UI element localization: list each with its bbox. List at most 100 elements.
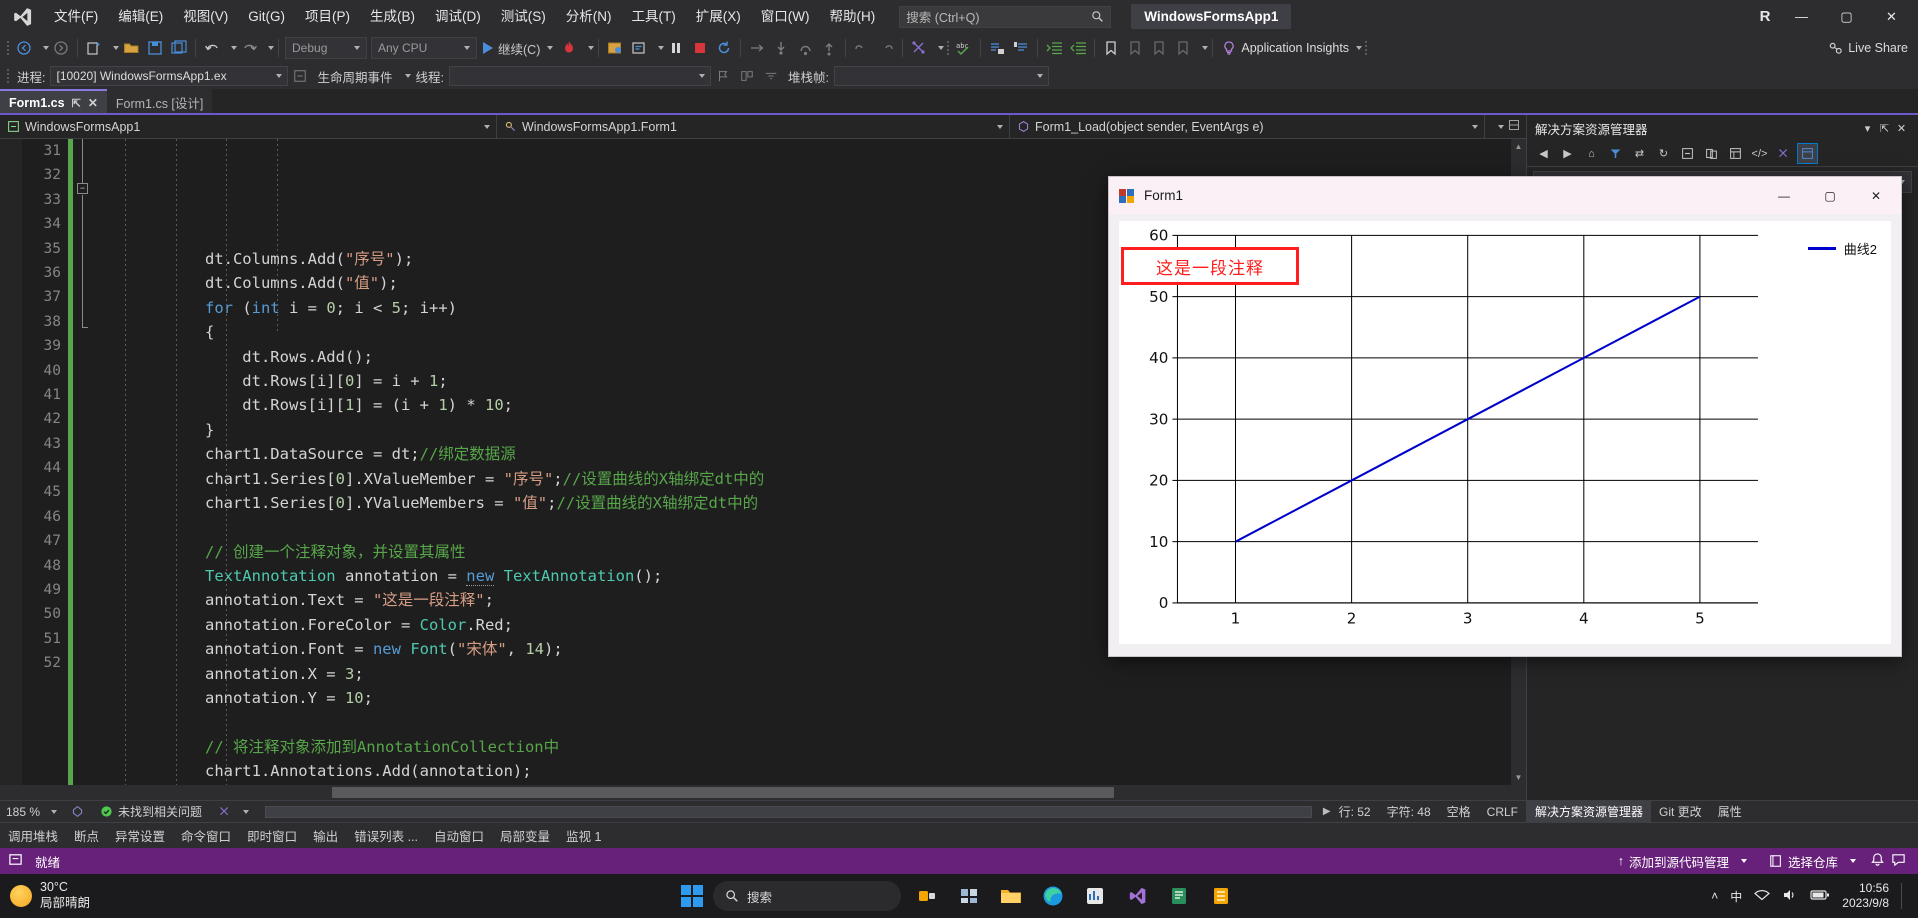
home-icon[interactable]: ⌂ (1581, 143, 1602, 164)
decrease-indent-icon[interactable] (1066, 36, 1090, 60)
navbar-member-select[interactable]: Form1_Load(object sender, EventArgs e) (1010, 114, 1485, 139)
tab-git-changes[interactable]: Git 更改 (1651, 801, 1710, 823)
no-issues-status[interactable]: 未找到相关问题 (92, 803, 210, 820)
navigate-backward-icon[interactable] (12, 36, 36, 60)
weather-widget[interactable]: 30°C 局部晴朗 (0, 880, 90, 911)
line-ending-indicator[interactable]: CRLF (1479, 805, 1526, 819)
back-icon[interactable]: ◀ (1533, 143, 1554, 164)
zoom-level-select[interactable]: 185 % (0, 805, 63, 819)
restart-icon[interactable] (712, 36, 736, 60)
indicator-margin[interactable] (0, 139, 22, 785)
debug-target-icon[interactable] (627, 36, 651, 60)
flag-icon[interactable] (711, 64, 735, 88)
refresh-icon[interactable]: ↻ (1653, 143, 1674, 164)
show-desktop-button[interactable] (1901, 883, 1906, 909)
issue-scroll-track[interactable]: ▶ (257, 805, 1331, 818)
chart-app-icon[interactable] (1079, 880, 1111, 912)
chart-control[interactable]: 0 10 20 30 40 50 60 1 2 3 4 5 这是一段注释 曲线2 (1119, 221, 1891, 644)
volume-icon[interactable] (1782, 888, 1798, 905)
file-explorer-icon[interactable] (995, 880, 1027, 912)
code-line[interactable] (93, 710, 1526, 734)
battery-icon[interactable] (1810, 889, 1830, 904)
save-icon[interactable] (143, 36, 167, 60)
solution-configuration-select[interactable]: Debug (285, 37, 367, 59)
search-input[interactable]: 搜索 (Ctrl+Q) (899, 5, 1112, 28)
notepad-app-icon[interactable] (1163, 880, 1195, 912)
sync-with-active-document-icon[interactable]: ⇄ (1629, 143, 1650, 164)
navigate-forward-icon[interactable] (49, 36, 73, 60)
open-file-icon[interactable] (119, 36, 143, 60)
show-next-statement-icon[interactable] (745, 36, 769, 60)
account-avatar[interactable]: R (1751, 3, 1779, 31)
network-icon[interactable] (1754, 888, 1771, 905)
stack-frame-select[interactable] (833, 66, 1049, 86)
comment-selection-icon[interactable] (985, 36, 1009, 60)
hot-reload-dropdown-icon[interactable] (588, 46, 595, 50)
tab-form1-cs-design[interactable]: Form1.cs [设计] (106, 89, 213, 115)
form1-window[interactable]: Form1 — ▢ ✕ 0 10 20 30 40 50 60 1 2 3 4 5 这是一段注释 曲线… (1108, 176, 1902, 657)
application-insights-label[interactable]: Application Insights (1241, 41, 1349, 55)
increase-indent-icon[interactable] (1042, 36, 1066, 60)
select-repository-button[interactable]: 选择仓库 (1761, 848, 1864, 874)
tab-call-stack[interactable]: 调用堆栈 (0, 826, 66, 845)
menu-item-help[interactable]: 帮助(H) (819, 0, 885, 33)
solution-explorer-toggle[interactable] (1797, 143, 1818, 164)
menu-item-tools[interactable]: 工具(T) (622, 0, 686, 33)
thread-filter-icon[interactable] (759, 64, 783, 88)
menu-item-edit[interactable]: 编辑(E) (108, 0, 173, 33)
scroll-right-icon[interactable]: ▶ (1323, 806, 1331, 817)
debug-toolbar-grip[interactable] (4, 67, 12, 85)
code-line[interactable]: chart1.Annotations.Add(annotation); (93, 759, 1526, 783)
add-to-source-control-button[interactable]: ↑ 添加到源代码管理 (1610, 848, 1755, 874)
navbar-class-select[interactable]: WindowsFormsApp1.Form1 (497, 114, 1010, 139)
close-icon[interactable]: ✕ (1893, 122, 1910, 135)
bookmarks-dropdown-icon[interactable] (1202, 46, 1209, 50)
pending-changes-filter-icon[interactable] (1605, 143, 1626, 164)
tab-breakpoints[interactable]: 断点 (66, 826, 107, 845)
form1-title-bar[interactable]: Form1 — ▢ ✕ (1109, 177, 1901, 214)
ime-indicator[interactable]: 中 (1730, 888, 1742, 905)
notifications-icon[interactable] (1870, 852, 1885, 870)
chevron-down-icon[interactable]: ▾ (1859, 122, 1876, 135)
attach-process-icon[interactable] (603, 36, 627, 60)
previous-bookmark-icon[interactable] (1123, 36, 1147, 60)
scroll-up-icon[interactable]: ▲ (1511, 139, 1526, 154)
code-line[interactable]: annotation.Y = 10; (93, 686, 1526, 710)
feedback-icon[interactable] (1891, 852, 1906, 870)
excel-app-icon[interactable] (1205, 880, 1237, 912)
tab-properties[interactable]: 属性 (1710, 801, 1750, 823)
indentation-indicator[interactable]: 空格 (1439, 803, 1479, 820)
editor-horizontal-scrollbar[interactable] (0, 785, 1526, 800)
new-project-icon[interactable] (82, 36, 106, 60)
menu-item-view[interactable]: 视图(V) (173, 0, 238, 33)
outlining-margin[interactable]: − (73, 139, 93, 785)
live-share-button[interactable]: Live Share (1828, 41, 1908, 56)
forward-icon[interactable]: ▶ (1557, 143, 1578, 164)
issue-navigation-icon[interactable] (63, 805, 92, 818)
issue-filter-dropdown[interactable] (210, 805, 257, 818)
clear-bookmarks-icon[interactable] (1171, 36, 1195, 60)
next-bookmark-icon[interactable] (1147, 36, 1171, 60)
code-line[interactable]: annotation.X = 3; (93, 662, 1526, 686)
step-into-icon[interactable] (769, 36, 793, 60)
menu-item-analyze[interactable]: 分析(N) (556, 0, 622, 33)
view-code-icon[interactable]: </> (1749, 143, 1770, 164)
navbar-project-select[interactable]: WindowsFormsApp1 (0, 114, 497, 139)
tab-immediate-window[interactable]: 即时窗口 (239, 826, 305, 845)
split-editor-icon[interactable] (1508, 119, 1520, 134)
continue-button[interactable]: 继续(C) (479, 36, 557, 60)
menu-item-test[interactable]: 测试(S) (491, 0, 556, 33)
chart-annotation[interactable]: 这是一段注释 (1121, 247, 1299, 285)
menu-item-build[interactable]: 生成(B) (360, 0, 425, 33)
clock[interactable]: 10:56 2023/9/8 (1842, 881, 1889, 911)
redo-nav-icon[interactable] (874, 36, 898, 60)
lifecycle-events-label[interactable]: 生命周期事件 (312, 67, 397, 86)
redo-icon[interactable] (237, 36, 261, 60)
tab-output[interactable]: 输出 (305, 826, 346, 845)
task-view-icon[interactable] (911, 880, 943, 912)
spellcheck-icon[interactable]: abc (952, 36, 976, 60)
tab-command-window[interactable]: 命令窗口 (173, 826, 239, 845)
toolbar-grip-2[interactable] (944, 39, 952, 57)
stop-icon[interactable] (688, 36, 712, 60)
code-line[interactable]: // 将注释对象添加到AnnotationCollection中 (93, 735, 1526, 759)
